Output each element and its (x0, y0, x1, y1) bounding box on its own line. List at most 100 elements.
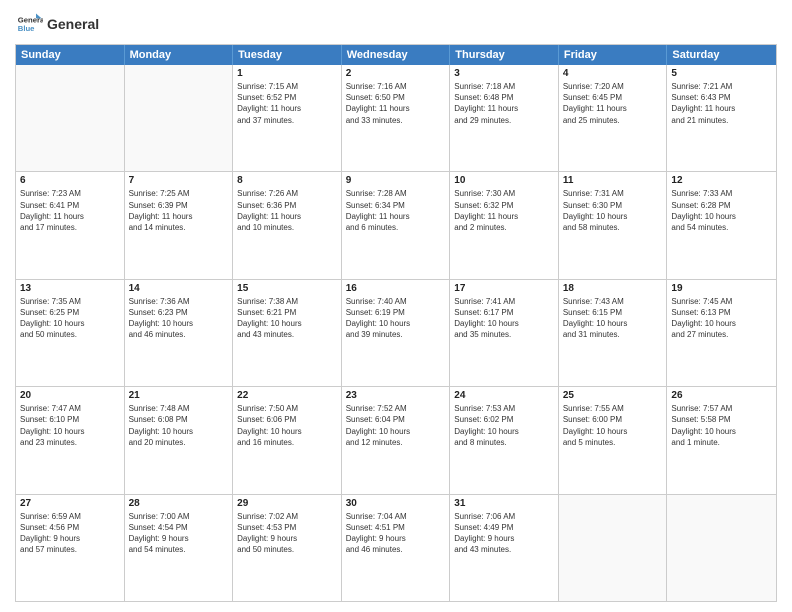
day-header-friday: Friday (559, 45, 668, 65)
day-number: 22 (237, 390, 337, 401)
svg-text:Blue: Blue (18, 24, 35, 33)
day-info: Sunrise: 7:57 AM Sunset: 5:58 PM Dayligh… (671, 403, 772, 448)
logo: General Blue General (15, 10, 99, 38)
day-info: Sunrise: 7:28 AM Sunset: 6:34 PM Dayligh… (346, 188, 446, 233)
day-cell: 23 Sunrise: 7:52 AM Sunset: 6:04 PM Dayli… (342, 387, 451, 493)
day-info: Sunrise: 7:06 AM Sunset: 4:49 PM Dayligh… (454, 511, 554, 556)
day-cell: 10 Sunrise: 7:30 AM Sunset: 6:32 PM Dayli… (450, 172, 559, 278)
week-row-4: 20 Sunrise: 7:47 AM Sunset: 6:10 PM Dayli… (16, 386, 776, 493)
day-header-sunday: Sunday (16, 45, 125, 65)
day-cell: 31 Sunrise: 7:06 AM Sunset: 4:49 PM Dayli… (450, 495, 559, 601)
day-number: 6 (20, 175, 120, 186)
day-info: Sunrise: 7:18 AM Sunset: 6:48 PM Dayligh… (454, 81, 554, 126)
day-number: 16 (346, 283, 446, 294)
day-header-thursday: Thursday (450, 45, 559, 65)
day-cell: 26 Sunrise: 7:57 AM Sunset: 5:58 PM Dayli… (667, 387, 776, 493)
day-number: 27 (20, 498, 120, 509)
day-number: 7 (129, 175, 229, 186)
day-cell: 17 Sunrise: 7:41 AM Sunset: 6:17 PM Dayli… (450, 280, 559, 386)
day-cell: 13Sunrise: 7:35 AM Sunset: 6:25 PM Dayli… (16, 280, 125, 386)
day-info: Sunrise: 7:04 AM Sunset: 4:51 PM Dayligh… (346, 511, 446, 556)
day-info: Sunrise: 7:02 AM Sunset: 4:53 PM Dayligh… (237, 511, 337, 556)
day-number: 8 (237, 175, 337, 186)
day-info: Sunrise: 7:33 AM Sunset: 6:28 PM Dayligh… (671, 188, 772, 233)
day-info: Sunrise: 7:23 AM Sunset: 6:41 PM Dayligh… (20, 188, 120, 233)
day-info: Sunrise: 7:16 AM Sunset: 6:50 PM Dayligh… (346, 81, 446, 126)
day-info: Sunrise: 7:48 AM Sunset: 6:08 PM Dayligh… (129, 403, 229, 448)
day-info: Sunrise: 7:47 AM Sunset: 6:10 PM Dayligh… (20, 403, 120, 448)
day-cell: 25 Sunrise: 7:55 AM Sunset: 6:00 PM Dayli… (559, 387, 668, 493)
day-cell (667, 495, 776, 601)
day-cell: 30 Sunrise: 7:04 AM Sunset: 4:51 PM Dayli… (342, 495, 451, 601)
day-info: Sunrise: 7:50 AM Sunset: 6:06 PM Dayligh… (237, 403, 337, 448)
day-number: 26 (671, 390, 772, 401)
day-info: Sunrise: 7:55 AM Sunset: 6:00 PM Dayligh… (563, 403, 663, 448)
day-cell: 1 Sunrise: 7:15 AM Sunset: 6:52 PM Daylig… (233, 65, 342, 171)
logo-line1: General (47, 16, 99, 33)
day-number: 12 (671, 175, 772, 186)
day-number: 28 (129, 498, 229, 509)
day-number: 14 (129, 283, 229, 294)
day-number: 18 (563, 283, 663, 294)
week-row-2: 6 Sunrise: 7:23 AM Sunset: 6:41 PM Daylig… (16, 171, 776, 278)
day-cell: 22 Sunrise: 7:50 AM Sunset: 6:06 PM Dayli… (233, 387, 342, 493)
day-info: Sunrise: 7:52 AM Sunset: 6:04 PM Dayligh… (346, 403, 446, 448)
day-number: 24 (454, 390, 554, 401)
day-info: Sunrise: 7:30 AM Sunset: 6:32 PM Dayligh… (454, 188, 554, 233)
week-row-5: 27Sunrise: 6:59 AM Sunset: 4:56 PM Dayli… (16, 494, 776, 601)
day-number: 31 (454, 498, 554, 509)
logo-text: General (47, 16, 99, 33)
day-number: 10 (454, 175, 554, 186)
day-info: Sunrise: 7:00 AM Sunset: 4:54 PM Dayligh… (129, 511, 229, 556)
day-cell: 11Sunrise: 7:31 AM Sunset: 6:30 PM Dayli… (559, 172, 668, 278)
day-cell: 21 Sunrise: 7:48 AM Sunset: 6:08 PM Dayli… (125, 387, 234, 493)
day-cell: 29 Sunrise: 7:02 AM Sunset: 4:53 PM Dayli… (233, 495, 342, 601)
day-cell: 8Sunrise: 7:26 AM Sunset: 6:36 PM Daylig… (233, 172, 342, 278)
day-info: Sunrise: 7:15 AM Sunset: 6:52 PM Dayligh… (237, 81, 337, 126)
day-info: Sunrise: 7:20 AM Sunset: 6:45 PM Dayligh… (563, 81, 663, 126)
day-info: Sunrise: 7:38 AM Sunset: 6:21 PM Dayligh… (237, 296, 337, 341)
day-cell (125, 65, 234, 171)
day-number: 4 (563, 68, 663, 79)
day-number: 2 (346, 68, 446, 79)
day-cell: 24 Sunrise: 7:53 AM Sunset: 6:02 PM Dayli… (450, 387, 559, 493)
day-number: 21 (129, 390, 229, 401)
day-cell: 3 Sunrise: 7:18 AM Sunset: 6:48 PM Daylig… (450, 65, 559, 171)
day-number: 25 (563, 390, 663, 401)
day-cell (16, 65, 125, 171)
day-info: Sunrise: 7:45 AM Sunset: 6:13 PM Dayligh… (671, 296, 772, 341)
day-number: 1 (237, 68, 337, 79)
day-cell: 4 Sunrise: 7:20 AM Sunset: 6:45 PM Daylig… (559, 65, 668, 171)
day-cell: 19 Sunrise: 7:45 AM Sunset: 6:13 PM Dayli… (667, 280, 776, 386)
day-number: 15 (237, 283, 337, 294)
day-header-wednesday: Wednesday (342, 45, 451, 65)
day-number: 19 (671, 283, 772, 294)
day-number: 3 (454, 68, 554, 79)
day-info: Sunrise: 7:40 AM Sunset: 6:19 PM Dayligh… (346, 296, 446, 341)
day-cell: 16 Sunrise: 7:40 AM Sunset: 6:19 PM Dayli… (342, 280, 451, 386)
day-number: 11 (563, 175, 663, 186)
day-header-saturday: Saturday (667, 45, 776, 65)
day-cell: 20 Sunrise: 7:47 AM Sunset: 6:10 PM Dayli… (16, 387, 125, 493)
day-number: 17 (454, 283, 554, 294)
day-number: 30 (346, 498, 446, 509)
day-number: 29 (237, 498, 337, 509)
day-info: Sunrise: 7:53 AM Sunset: 6:02 PM Dayligh… (454, 403, 554, 448)
day-info: Sunrise: 7:41 AM Sunset: 6:17 PM Dayligh… (454, 296, 554, 341)
day-number: 23 (346, 390, 446, 401)
day-cell: 28 Sunrise: 7:00 AM Sunset: 4:54 PM Dayli… (125, 495, 234, 601)
day-number: 5 (671, 68, 772, 79)
day-cell: 14 Sunrise: 7:36 AM Sunset: 6:23 PM Dayli… (125, 280, 234, 386)
header: General Blue General (15, 10, 777, 38)
day-cell: 6 Sunrise: 7:23 AM Sunset: 6:41 PM Daylig… (16, 172, 125, 278)
day-info: Sunrise: 7:25 AM Sunset: 6:39 PM Dayligh… (129, 188, 229, 233)
calendar-body: 1 Sunrise: 7:15 AM Sunset: 6:52 PM Daylig… (16, 65, 776, 601)
day-info: Sunrise: 7:21 AM Sunset: 6:43 PM Dayligh… (671, 81, 772, 126)
day-number: 20 (20, 390, 120, 401)
day-info: Sunrise: 7:43 AM Sunset: 6:15 PM Dayligh… (563, 296, 663, 341)
day-cell: 7 Sunrise: 7:25 AM Sunset: 6:39 PM Daylig… (125, 172, 234, 278)
day-info: Sunrise: 7:36 AM Sunset: 6:23 PM Dayligh… (129, 296, 229, 341)
day-number: 13 (20, 283, 120, 294)
day-cell: 9Sunrise: 7:28 AM Sunset: 6:34 PM Daylig… (342, 172, 451, 278)
day-cell (559, 495, 668, 601)
